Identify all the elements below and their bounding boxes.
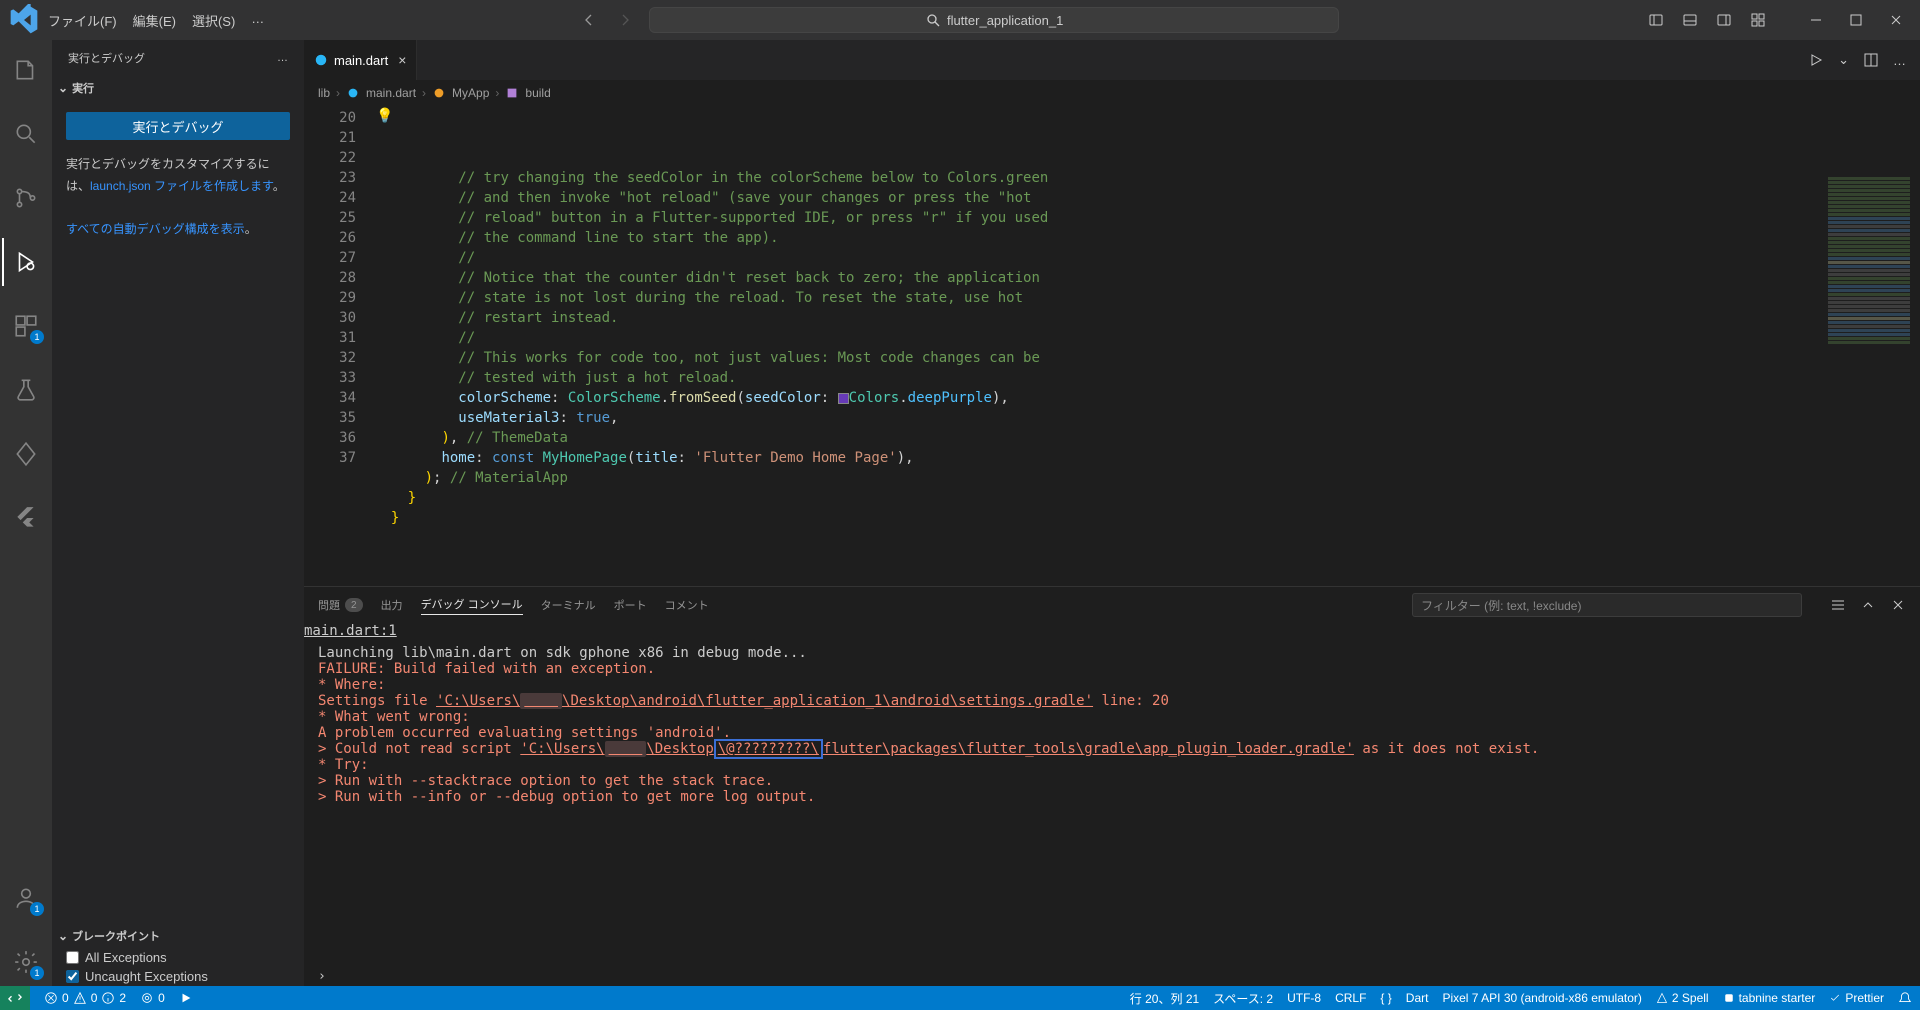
remote-indicator[interactable]	[0, 986, 30, 1010]
debug-console-output[interactable]: Launching lib\main.dart on sdk gphone x8…	[304, 639, 1920, 967]
status-cursor[interactable]: 行 20、列 21	[1130, 990, 1199, 1007]
checkbox-all-exceptions[interactable]: All Exceptions	[52, 948, 304, 967]
status-spell[interactable]: 2 Spell	[1656, 991, 1709, 1005]
status-indent[interactable]: スペース: 2	[1213, 990, 1273, 1007]
activity-accounts[interactable]: 1	[2, 874, 50, 922]
status-language[interactable]: Dart	[1406, 991, 1429, 1005]
command-center-text: flutter_application_1	[947, 13, 1063, 28]
run-dropdown-icon[interactable]: ⌄	[1838, 52, 1849, 68]
bottom-panel: 問題 2 出力 デバッグ コンソール ターミナル ポート コメント フィルター …	[304, 586, 1920, 986]
filter-input[interactable]: フィルター (例: text, !exclude)	[1412, 593, 1802, 617]
run-and-debug-button[interactable]: 実行とデバッグ	[66, 112, 290, 140]
status-prettier[interactable]: Prettier	[1829, 991, 1884, 1005]
nav-forward-icon[interactable]	[617, 12, 633, 28]
badge: 2	[345, 598, 363, 612]
activity-search[interactable]	[2, 110, 50, 158]
breadcrumb-item[interactable]: main.dart	[366, 86, 416, 100]
window-maximize-icon[interactable]	[1848, 12, 1864, 28]
history-nav	[581, 12, 633, 28]
section-run[interactable]: ⌄ 実行	[52, 76, 304, 100]
menu-bar: ファイル(F) 編集(E) 選択(S) …	[40, 11, 272, 30]
status-tabnine[interactable]: tabnine starter	[1723, 991, 1816, 1005]
dart-file-icon	[314, 53, 328, 67]
status-run[interactable]	[179, 991, 193, 1005]
layout-panel-icon[interactable]	[1682, 12, 1698, 28]
breadcrumb-item[interactable]: lib	[318, 86, 330, 100]
menu-select[interactable]: 選択(S)	[192, 11, 235, 30]
vscode-logo-icon	[8, 4, 40, 36]
source-file-link[interactable]: main.dart:1	[304, 623, 1920, 639]
status-device[interactable]: Pixel 7 API 30 (android-x86 emulator)	[1442, 991, 1641, 1005]
layout-custom-icon[interactable]	[1750, 12, 1766, 28]
nav-back-icon[interactable]	[581, 12, 597, 28]
badge: 1	[30, 330, 44, 344]
debug-console-input[interactable]: ›	[304, 967, 1920, 986]
run-icon[interactable]	[1808, 52, 1824, 68]
activity-run-debug[interactable]	[2, 238, 50, 286]
status-problems[interactable]: 0 0 2	[44, 991, 126, 1005]
tab-problems[interactable]: 問題 2	[318, 597, 363, 613]
titlebar: ファイル(F) 編集(E) 選択(S) … flutter_applicatio…	[0, 0, 1920, 40]
checkbox-uncaught-exceptions[interactable]: Uncaught Exceptions	[52, 967, 304, 986]
activity-flutter[interactable]	[2, 494, 50, 542]
menu-file[interactable]: ファイル(F)	[48, 11, 117, 30]
menu-overflow[interactable]: …	[251, 11, 264, 30]
create-launchjson-link[interactable]: launch.json ファイルを作成します	[90, 179, 273, 193]
editor-tabstrip: main.dart × ⌄ …	[304, 40, 1920, 80]
class-icon	[432, 86, 446, 100]
breadcrumb-item[interactable]: build	[525, 86, 550, 100]
sidebar-title: 実行とデバッグ	[68, 50, 145, 66]
search-icon	[925, 12, 941, 28]
chevron-down-icon: ⌄	[58, 81, 68, 95]
status-braces-icon[interactable]: { }	[1380, 991, 1391, 1005]
chevron-down-icon: ⌄	[58, 929, 68, 943]
badge: 1	[30, 902, 44, 916]
tab-terminal[interactable]: ターミナル	[541, 597, 596, 613]
show-all-debug-configs-link[interactable]: すべての自動デバッグ構成を表示	[66, 222, 245, 236]
tab-main-dart[interactable]: main.dart ×	[304, 40, 417, 80]
window-minimize-icon[interactable]	[1808, 12, 1824, 28]
window-close-icon[interactable]	[1888, 12, 1904, 28]
breadcrumb[interactable]: lib › main.dart › MyApp › build	[304, 80, 1920, 106]
dart-file-icon	[346, 86, 360, 100]
status-encoding[interactable]: UTF-8	[1287, 991, 1321, 1005]
status-ports[interactable]: 0	[140, 991, 165, 1005]
menu-edit[interactable]: 編集(E)	[133, 11, 176, 30]
section-breakpoints[interactable]: ⌄ ブレークポイント	[52, 924, 304, 948]
layout-sidebar-left-icon[interactable]	[1648, 12, 1664, 28]
panel-settings-icon[interactable]	[1830, 597, 1846, 613]
tab-port[interactable]: ポート	[614, 597, 647, 613]
clear-icon[interactable]	[1890, 597, 1906, 613]
panel-tabstrip: 問題 2 出力 デバッグ コンソール ターミナル ポート コメント フィルター …	[304, 587, 1920, 623]
activity-scm[interactable]	[2, 174, 50, 222]
activity-testing[interactable]	[2, 366, 50, 414]
activity-explorer[interactable]	[2, 46, 50, 94]
status-eol[interactable]: CRLF	[1335, 991, 1366, 1005]
tab-comment[interactable]: コメント	[665, 597, 709, 613]
layout-sidebar-right-icon[interactable]	[1716, 12, 1732, 28]
more-icon[interactable]: …	[1893, 53, 1906, 68]
sidebar-run-debug: 実行とデバッグ … ⌄ 実行 実行とデバッグ 実行とデバッグをカスタマイズするに…	[52, 40, 304, 986]
breadcrumb-item[interactable]: MyApp	[452, 86, 489, 100]
panel-collapse-icon[interactable]	[1860, 597, 1876, 613]
code-editor[interactable]: 202122232425262728293031323334353637 💡 /…	[304, 106, 1920, 586]
split-editor-icon[interactable]	[1863, 52, 1879, 68]
activity-bar: 1 1 1	[0, 40, 52, 986]
method-icon	[505, 86, 519, 100]
badge: 1	[30, 966, 44, 980]
minimap[interactable]	[1824, 176, 1914, 506]
tab-debug-console[interactable]: デバッグ コンソール	[421, 596, 523, 615]
status-notifications-icon[interactable]	[1898, 991, 1912, 1005]
activity-flutter-outline[interactable]	[2, 430, 50, 478]
activity-extensions[interactable]: 1	[2, 302, 50, 350]
activity-settings[interactable]: 1	[2, 938, 50, 986]
more-icon[interactable]: …	[277, 52, 288, 64]
command-center[interactable]: flutter_application_1	[649, 7, 1339, 33]
lightbulb-icon[interactable]: 💡	[376, 106, 393, 126]
tab-output[interactable]: 出力	[381, 597, 403, 613]
editor-area: main.dart × ⌄ … lib › main.dart › MyApp …	[304, 40, 1920, 986]
statusbar: 0 0 2 0 行 20、列 21 スペース: 2 UTF-8 CRLF { }…	[0, 986, 1920, 1010]
close-icon[interactable]: ×	[398, 52, 406, 68]
